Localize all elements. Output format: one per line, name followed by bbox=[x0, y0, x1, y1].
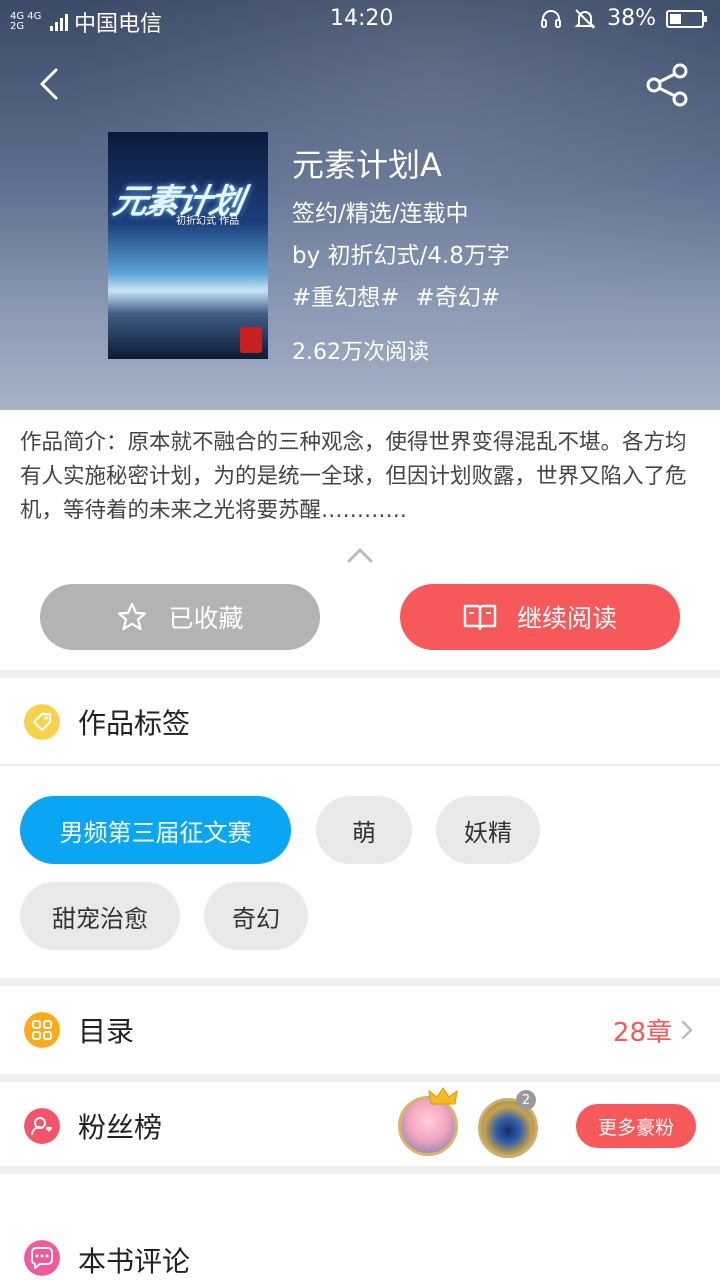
divider bbox=[0, 764, 720, 766]
toc-title: 目录 bbox=[78, 1015, 135, 1048]
cover-author-tag: 初折幻式 作品 bbox=[176, 216, 240, 227]
rank-badge: 2 bbox=[516, 1090, 536, 1110]
fans-title: 粉丝榜 bbox=[78, 1111, 163, 1144]
hash-tag[interactable]: #重幻想# bbox=[292, 278, 400, 312]
fans-row[interactable]: 粉丝榜 2 更多豪粉 bbox=[0, 1082, 720, 1170]
network-type-bottom: 2G bbox=[10, 21, 25, 32]
read-count: 2.62万次阅读 bbox=[292, 340, 429, 365]
comments-section-header: 本书评论 bbox=[0, 1174, 720, 1280]
toc-row[interactable]: 目录 28章 bbox=[0, 986, 720, 1074]
book-hash-tags: #重幻想# #奇幻# bbox=[292, 278, 500, 312]
headset-icon bbox=[541, 9, 562, 28]
status-right: 38% bbox=[539, 6, 707, 31]
chevron-up-icon[interactable] bbox=[346, 546, 374, 564]
clock: 14:20 bbox=[330, 6, 394, 31]
tags-section-title: 作品标签 bbox=[78, 707, 191, 740]
book-cover-image[interactable]: 元素计划 初折幻式 作品 bbox=[108, 132, 268, 359]
share-icon[interactable] bbox=[644, 62, 690, 108]
book-status: 签约/精选/连载中 bbox=[292, 201, 469, 227]
tag-icon bbox=[24, 704, 60, 740]
chevron-right-icon bbox=[681, 1020, 693, 1040]
signal-bars-icon bbox=[50, 13, 68, 31]
book-intro[interactable]: 作品简介：原本就不融合的三种观念，使得世界变得混乱不堪。各方均有人实施秘密计划，… bbox=[20, 426, 704, 528]
continue-reading-label: 继续阅读 bbox=[516, 604, 617, 633]
tag-chip[interactable]: 萌 bbox=[316, 796, 412, 864]
book-detail-page: 4G 4G 2G 中国电信 14:20 38% 元素计划 初折幻式 作品 元素计… bbox=[0, 0, 720, 1280]
chapter-count: 28章 bbox=[612, 1017, 672, 1048]
fans-icon bbox=[24, 1108, 60, 1144]
tag-chip[interactable]: 男频第三届征文赛 bbox=[20, 796, 291, 864]
star-icon bbox=[118, 602, 147, 631]
network-type-indicator: 4G 4G 2G bbox=[10, 12, 44, 32]
bell-muted-icon bbox=[574, 8, 596, 29]
section-gap bbox=[0, 978, 720, 986]
crown-icon bbox=[428, 1087, 458, 1105]
battery-percent: 38% bbox=[607, 6, 656, 31]
continue-reading-button[interactable]: 继续阅读 bbox=[400, 584, 680, 650]
section-gap bbox=[0, 1166, 720, 1174]
battery-icon bbox=[666, 9, 707, 28]
comment-icon bbox=[24, 1240, 60, 1276]
section-gap bbox=[0, 670, 720, 678]
status-bar: 4G 4G 2G 中国电信 14:20 38% bbox=[0, 0, 720, 40]
tags-section-header: 作品标签 bbox=[0, 678, 720, 766]
favorited-button[interactable]: 已收藏 bbox=[40, 584, 320, 650]
section-gap bbox=[0, 1074, 720, 1082]
comments-title: 本书评论 bbox=[78, 1245, 191, 1278]
cover-seal bbox=[240, 327, 262, 353]
tag-chip[interactable]: 甜宠治愈 bbox=[20, 882, 180, 950]
more-fans-button[interactable]: 更多豪粉 bbox=[576, 1104, 696, 1148]
book-author-wordcount: by 初折幻式/4.8万字 bbox=[292, 243, 510, 269]
book-title: 元素计划A bbox=[292, 146, 442, 184]
tag-chip[interactable]: 妖精 bbox=[436, 796, 540, 864]
catalog-icon bbox=[24, 1012, 60, 1048]
back-arrow-icon[interactable] bbox=[30, 64, 70, 104]
carrier-name: 中国电信 bbox=[74, 12, 163, 37]
tag-chip[interactable]: 奇幻 bbox=[204, 882, 308, 950]
open-book-icon bbox=[463, 604, 497, 631]
favorited-label: 已收藏 bbox=[168, 604, 244, 633]
status-left: 4G 4G 2G 中国电信 bbox=[10, 6, 162, 38]
hash-tag[interactable]: #奇幻# bbox=[416, 278, 501, 312]
